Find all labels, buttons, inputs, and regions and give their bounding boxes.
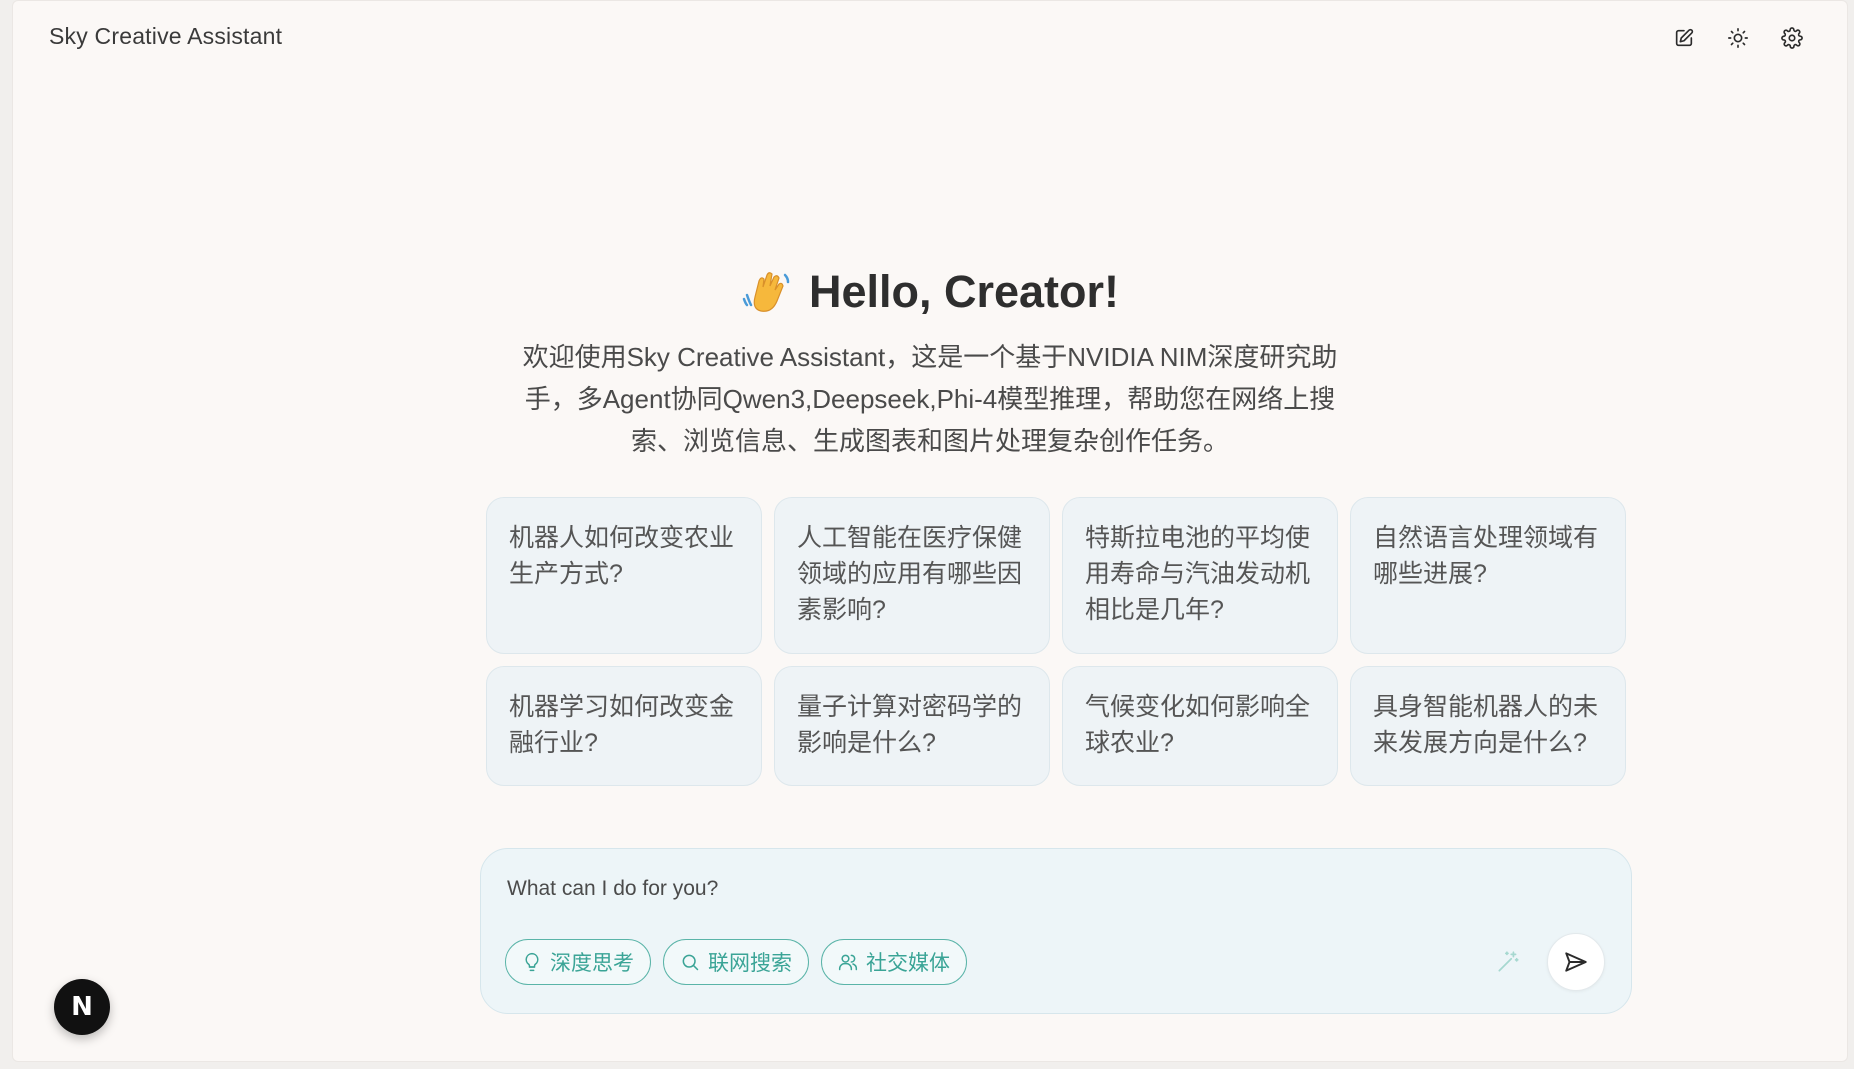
send-icon (1565, 952, 1587, 972)
lightbulb-icon (525, 952, 539, 972)
badge-letter: N (71, 992, 93, 1022)
deep-thinking-label: 深度思考 (550, 952, 634, 975)
top-toolbar (1669, 23, 1807, 53)
new-chat-button[interactable] (1669, 23, 1699, 53)
deep-thinking-toggle[interactable]: 深度思考 (505, 939, 651, 985)
hero-title-text: Hello, Creator! (808, 266, 1120, 317)
nextjs-dev-badge[interactable]: N (54, 979, 110, 1035)
gear-icon (1781, 27, 1803, 49)
social-media-toggle[interactable]: 社交媒体 (821, 939, 967, 985)
mode-chips: 深度思考 联网搜索 社交媒体 (505, 939, 967, 985)
suggestion-card[interactable]: 人工智能在医疗保健领域的应用有哪些因素影响? (774, 497, 1050, 654)
sun-icon (1728, 28, 1748, 48)
app-window: Sky Creative Assistant Hello, Creator! 欢… (12, 0, 1848, 1062)
chat-input-box: 深度思考 联网搜索 社交媒体 (480, 848, 1632, 1014)
settings-button[interactable] (1777, 23, 1807, 53)
app-title: Sky Creative Assistant (49, 23, 283, 49)
suggestion-card[interactable]: 机器学习如何改变金融行业? (486, 666, 762, 786)
edit-icon (1675, 28, 1694, 47)
suggestion-cards: 机器人如何改变农业生产方式? 人工智能在医疗保健领域的应用有哪些因素影响? 特斯… (486, 497, 1628, 786)
magic-wand-icon (1498, 951, 1519, 972)
send-button[interactable] (1547, 933, 1605, 991)
web-search-toggle[interactable]: 联网搜索 (663, 939, 809, 985)
suggestion-card[interactable]: 机器人如何改变农业生产方式? (486, 497, 762, 654)
suggestion-card[interactable]: 自然语言处理领域有哪些进展? (1350, 497, 1626, 654)
suggestion-card[interactable]: 气候变化如何影响全球农业? (1062, 666, 1338, 786)
enhance-prompt-button[interactable] (1495, 949, 1523, 977)
suggestion-card[interactable]: 特斯拉电池的平均使用寿命与汽油发动机相比是几年? (1062, 497, 1338, 654)
waving-hand-icon (742, 272, 790, 312)
social-media-label: 社交媒体 (866, 952, 950, 975)
welcome-hero: Hello, Creator! 欢迎使用Sky Creative Assista… (13, 266, 1847, 462)
hero-title: Hello, Creator! (741, 266, 1119, 318)
suggestion-card[interactable]: 量子计算对密码学的影响是什么? (774, 666, 1050, 786)
theme-toggle-button[interactable] (1723, 23, 1753, 53)
users-icon (838, 954, 858, 971)
suggestion-card[interactable]: 具身智能机器人的未来发展方向是什么? (1350, 666, 1626, 786)
hero-subtitle: 欢迎使用Sky Creative Assistant，这是一个基于NVIDIA … (522, 342, 1338, 456)
prompt-input[interactable] (505, 871, 1409, 907)
web-search-label: 联网搜索 (708, 952, 792, 975)
search-icon (682, 954, 699, 971)
